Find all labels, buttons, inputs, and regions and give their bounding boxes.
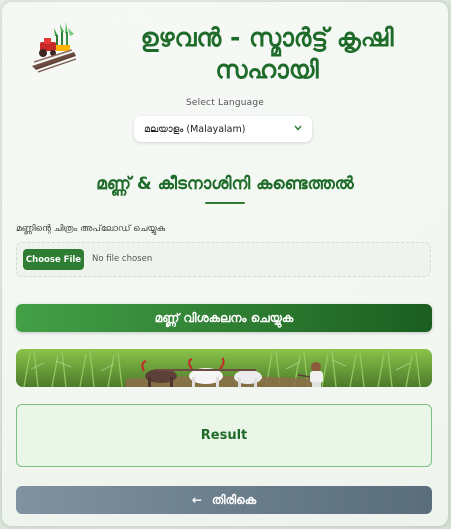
choose-file-button[interactable]: Choose File	[23, 249, 84, 270]
file-status: No file chosen	[92, 254, 153, 264]
chevron-down-icon	[294, 124, 302, 134]
result-box: Result	[16, 404, 432, 467]
analyze-soil-button[interactable]: മണ്ണ് വിശകലനം ചെയ്യുക	[16, 304, 432, 332]
farm-logo-icon	[30, 20, 78, 74]
language-selected-value: മലയാളം (Malayalam)	[144, 123, 246, 135]
upload-label: മണ്ണിന്റെ ചിത്രം അപ്‌ലോഡ് ചെയ്യുക	[16, 224, 166, 234]
file-upload-box: Choose File No file chosen	[16, 242, 431, 277]
language-select[interactable]: മലയാളം (Malayalam)	[134, 116, 312, 142]
main-card: ഉഴവൻ - സ്മാർട്ട് കൃഷി സഹായി Select Langu…	[2, 2, 448, 526]
title-line-1: ഉഴവൻ - സ്മാർട്ട് കൃഷി	[140, 23, 394, 52]
title-underline	[205, 202, 245, 204]
arrow-left-icon: ←	[191, 493, 202, 507]
farm-banner-image	[16, 349, 432, 387]
title-line-2: സഹായി	[215, 55, 319, 84]
back-button[interactable]: ← തിരികെ	[16, 486, 432, 514]
section-title: മണ്ണ് & കീടനാശിനി കണ്ടെത്തൽ	[96, 174, 354, 194]
result-label: Result	[200, 428, 248, 443]
language-label: Select Language	[185, 98, 265, 108]
back-button-label: തിരികെ	[211, 492, 257, 507]
page-title: ഉഴവൻ - സ്മാർട്ട് കൃഷി സഹായി	[97, 22, 437, 86]
